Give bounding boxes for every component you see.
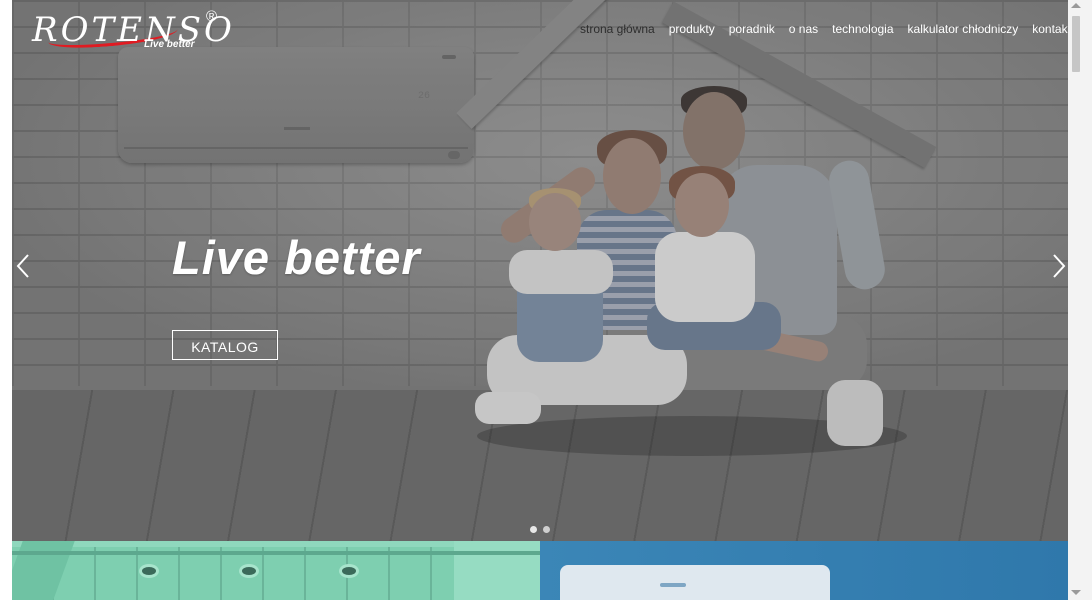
page: 26 ROTENSO ® Live better strona główna p… <box>12 0 1068 600</box>
brand-logo[interactable]: ROTENSO ® Live better <box>32 8 235 54</box>
tile-beam <box>12 551 540 555</box>
scroll-up-icon[interactable] <box>1071 3 1081 8</box>
feature-tile-product[interactable] <box>540 541 1068 600</box>
nav-item-about[interactable]: o nas <box>782 22 825 36</box>
slider-dot-2[interactable] <box>543 526 550 533</box>
logo-tagline: Live better <box>144 39 195 50</box>
hero-headline: Live better <box>172 231 421 284</box>
chevron-left-icon <box>16 254 29 278</box>
nav-item-technology[interactable]: technologia <box>825 22 900 36</box>
hero-slider: 26 ROTENSO ® Live better strona główna p… <box>12 0 1068 541</box>
slider-next-button[interactable] <box>1050 253 1068 279</box>
ceiling-lamp <box>342 567 356 575</box>
nav-item-contact[interactable]: kontakt <box>1025 22 1068 36</box>
tile-pillar <box>12 541 75 600</box>
slider-prev-button[interactable] <box>14 253 32 279</box>
tile-unit-logo <box>660 583 686 587</box>
scroll-down-icon[interactable] <box>1071 590 1081 595</box>
page-scrollbar[interactable] <box>1068 0 1092 600</box>
ceiling-lamp <box>242 567 256 575</box>
logo-text: ROTENSO <box>32 10 235 50</box>
tile-ac-unit <box>560 565 830 600</box>
tile-window <box>454 541 540 600</box>
nav-item-guide[interactable]: poradnik <box>722 22 782 36</box>
catalog-button[interactable]: KATALOG <box>172 330 278 360</box>
chevron-right-icon <box>1053 254 1066 278</box>
feature-tile-office[interactable] <box>12 541 540 600</box>
slider-pagination <box>530 526 550 533</box>
hero-overlay <box>12 0 1068 541</box>
registered-mark: ® <box>206 8 218 25</box>
main-navigation: strona główna produkty poradnik o nas te… <box>573 22 1068 36</box>
slider-dot-1[interactable] <box>530 526 537 533</box>
ceiling-lamp <box>142 567 156 575</box>
nav-item-cooling-calculator[interactable]: kalkulator chłodniczy <box>901 22 1026 36</box>
nav-item-products[interactable]: produkty <box>662 22 722 36</box>
nav-item-home[interactable]: strona główna <box>573 22 662 36</box>
scrollbar-thumb[interactable] <box>1072 16 1080 72</box>
